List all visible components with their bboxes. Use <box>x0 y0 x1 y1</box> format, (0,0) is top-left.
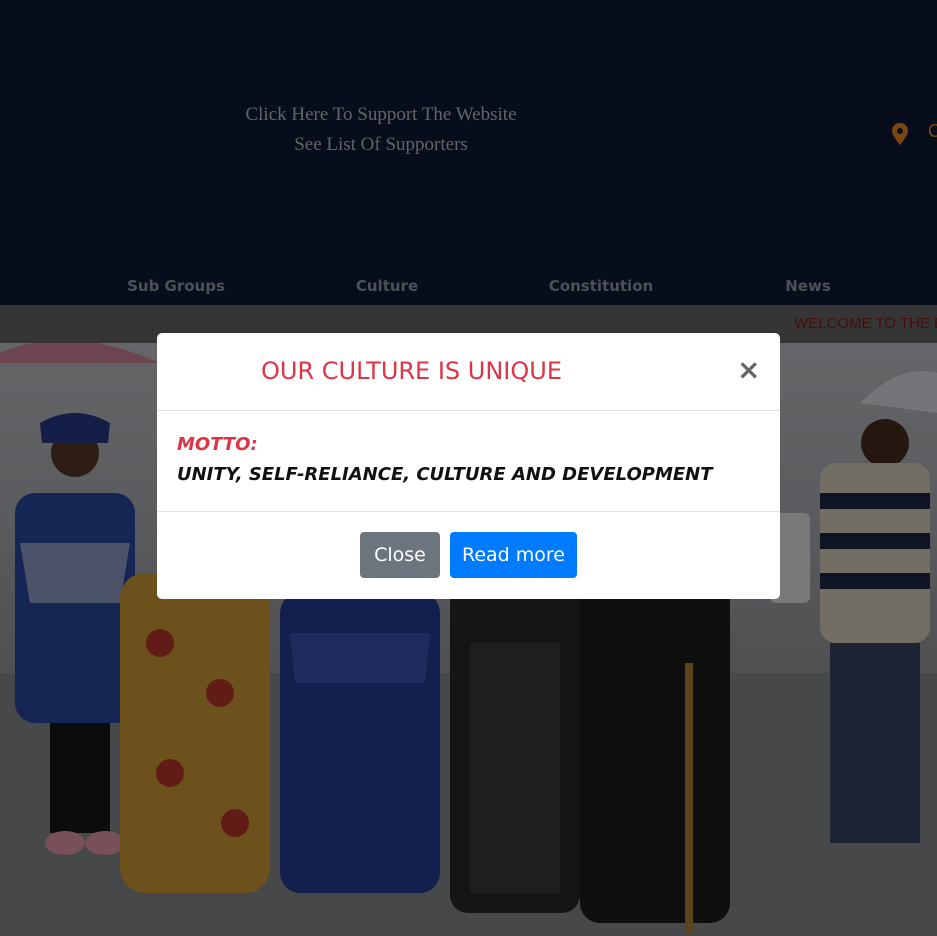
motto-label: MOTTO: <box>177 434 258 455</box>
modal-title: OUR CULTURE IS UNIQUE <box>261 357 563 385</box>
modal-body: MOTTO: UNITY, SELF-RELIANCE, CULTURE AND… <box>157 411 780 512</box>
close-icon[interactable]: × <box>737 355 760 385</box>
read-more-button[interactable]: Read more <box>450 532 577 578</box>
motto-text: UNITY, SELF-RELIANCE, CULTURE AND DEVELO… <box>177 464 713 485</box>
close-button[interactable]: Close <box>360 532 440 578</box>
culture-modal: OUR CULTURE IS UNIQUE × MOTTO: UNITY, SE… <box>157 333 780 599</box>
modal-footer: Close Read more <box>157 512 780 599</box>
modal-header: OUR CULTURE IS UNIQUE × <box>157 333 780 411</box>
